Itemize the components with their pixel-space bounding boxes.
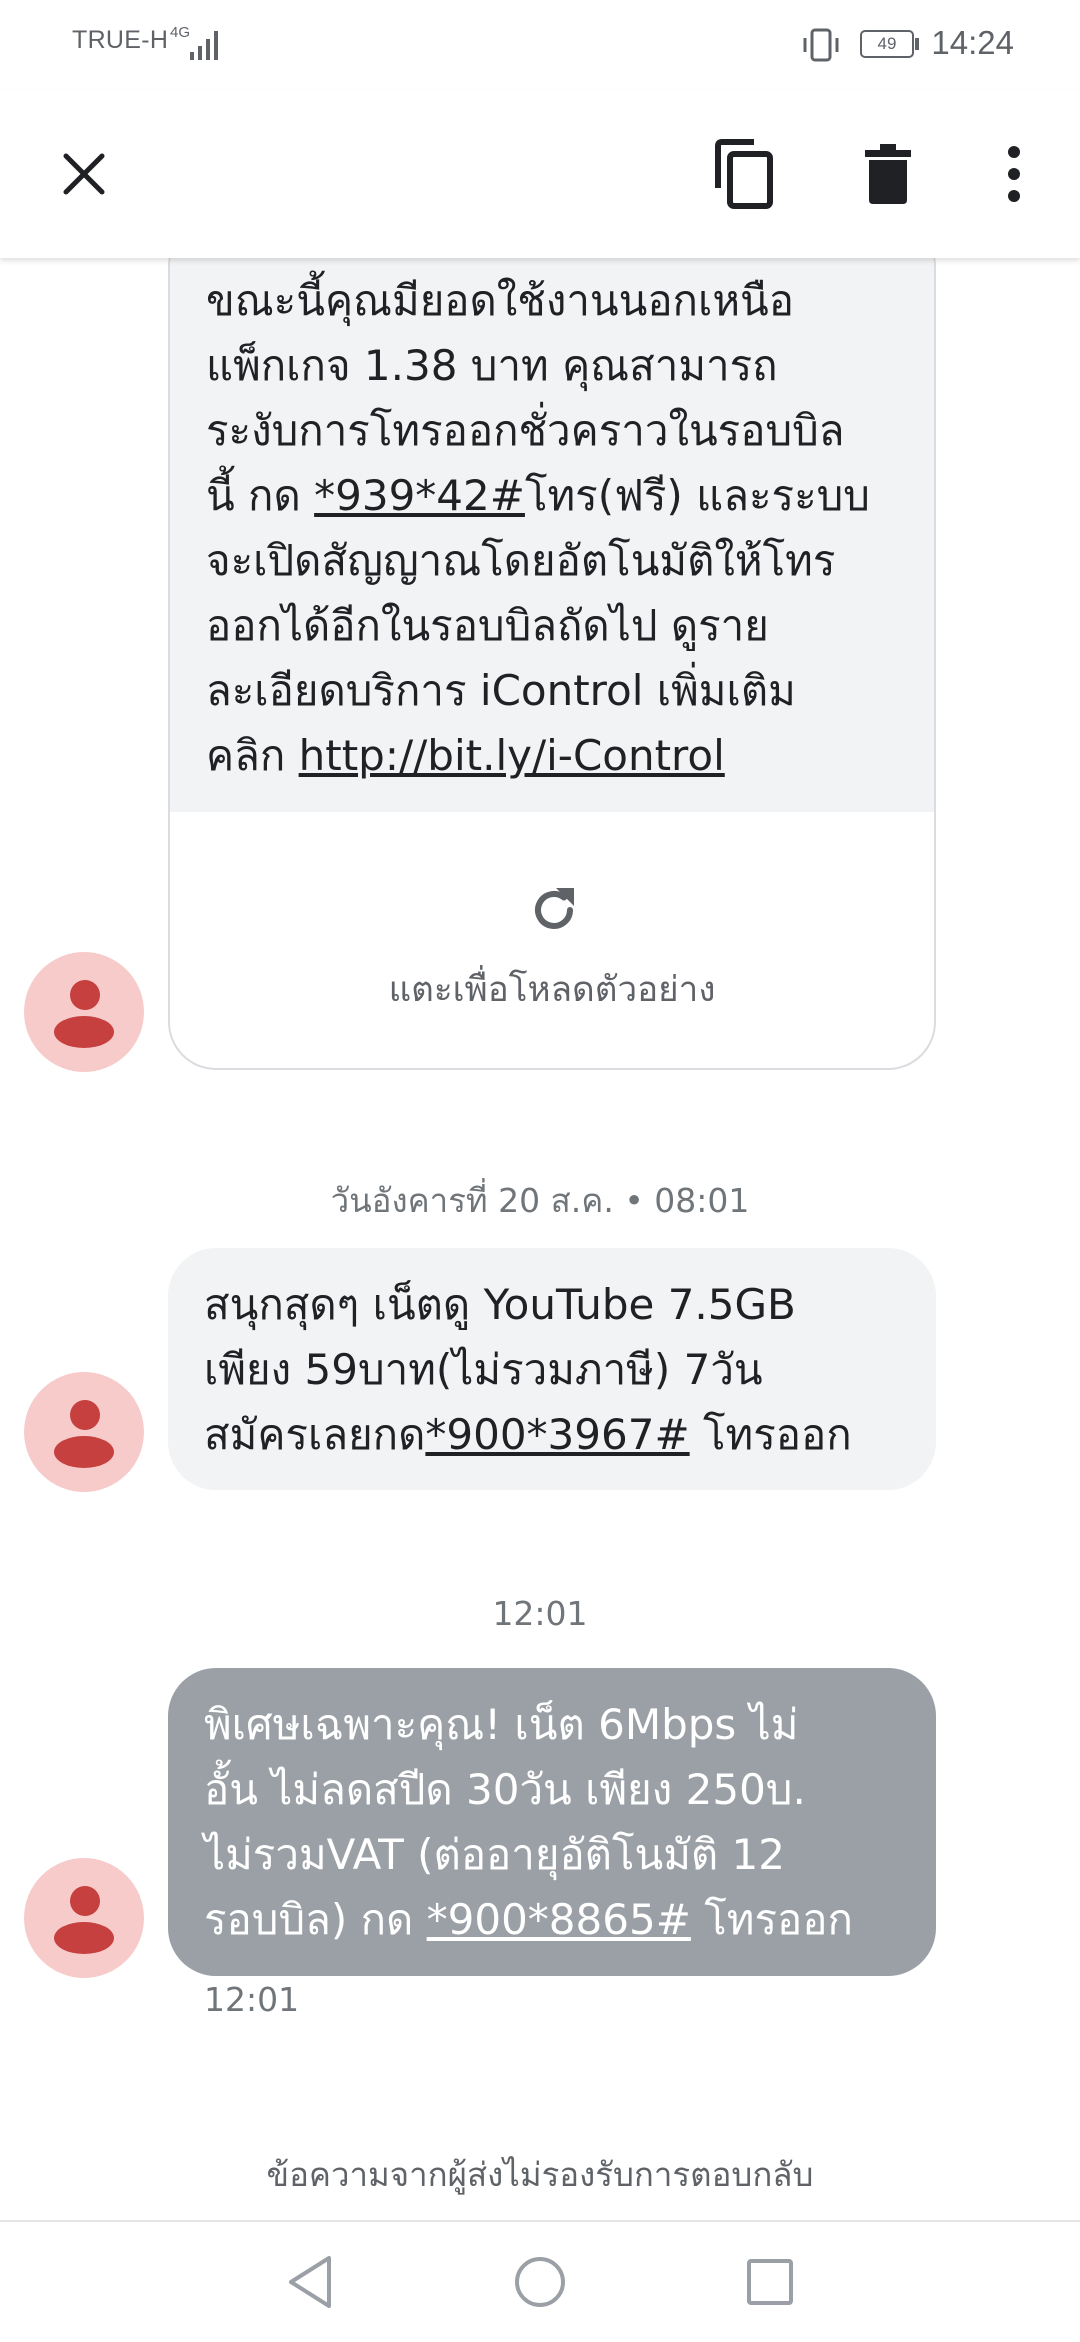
copy-icon	[715, 139, 773, 209]
more-vert-icon	[1008, 146, 1020, 202]
clock: 14:24	[931, 24, 1014, 61]
message-bubble-selected[interactable]: พิเศษเฉพาะคุณ! เน็ต 6Mbps ไม่ อั้น ไม่ลด…	[168, 1668, 936, 1976]
close-icon	[63, 153, 105, 195]
time-timestamp: 12:01	[492, 1594, 588, 1633]
avatar-head	[70, 980, 100, 1010]
vibrate-icon	[803, 28, 839, 62]
network-type-label: 4G	[170, 24, 191, 41]
message-text: ขณะนี้คุณมียอดใช้งานนอกเหนือ แพ็กเกจ 1.3…	[206, 268, 898, 788]
sender-avatar[interactable]	[24, 1372, 144, 1492]
battery-level: 49	[877, 34, 897, 53]
refresh-icon	[535, 888, 574, 929]
back-button[interactable]	[262, 2240, 358, 2324]
avatar-body	[54, 1922, 114, 1954]
sender-avatar[interactable]	[24, 1858, 144, 1978]
battery-tip	[915, 38, 919, 50]
tap-to-load-preview-label: แตะเพื่อโหลดตัวอย่าง	[388, 970, 716, 1010]
ussd-code-link[interactable]: *900*8865#	[427, 1895, 691, 1944]
reply-not-supported-notice: ข้อความจากผู้ส่งไม่รองรับการตอบกลับ	[266, 2155, 814, 2194]
battery-icon: 49	[860, 30, 914, 58]
recents-button[interactable]	[722, 2240, 818, 2324]
navigation-bar	[0, 2220, 1080, 2342]
avatar-head	[70, 1886, 100, 1916]
message-text: สนุกสุดๆ เน็ตดู YouTube 7.5GB เพียง 59บา…	[204, 1272, 900, 1467]
delete-button[interactable]	[840, 126, 936, 222]
message-body: ขณะนี้คุณมียอดใช้งานนอกเหนือ แพ็กเกจ 1.3…	[170, 258, 934, 812]
app-bar	[0, 90, 1080, 258]
ussd-code-link[interactable]: *939*42#	[314, 471, 525, 520]
status-bar: TRUE-H 4G 49 14:24	[0, 0, 1080, 90]
avatar-body	[54, 1436, 114, 1468]
home-button[interactable]	[492, 2240, 588, 2324]
message-text: พิเศษเฉพาะคุณ! เน็ต 6Mbps ไม่ อั้น ไม่ลด…	[204, 1692, 900, 1952]
conversation[interactable]: ขณะนี้คุณมียอดใช้งานนอกเหนือ แพ็กเกจ 1.3…	[0, 258, 1080, 2220]
message-text-part: โทรออก	[689, 1410, 852, 1459]
message-bubble[interactable]: ขณะนี้คุณมียอดใช้งานนอกเหนือ แพ็กเกจ 1.3…	[168, 258, 936, 1070]
link-preview[interactable]: แตะเพื่อโหลดตัวอย่าง	[170, 812, 934, 1068]
back-triangle-icon	[289, 2256, 331, 2308]
message-text-part: โทรออก	[690, 1895, 853, 1944]
ussd-code-link[interactable]: *900*3967#	[425, 1410, 689, 1459]
more-options-button[interactable]	[966, 126, 1062, 222]
home-circle-icon	[515, 2257, 565, 2307]
message-bubble[interactable]: สนุกสุดๆ เน็ตดู YouTube 7.5GB เพียง 59บา…	[168, 1248, 936, 1490]
avatar-body	[54, 1016, 114, 1048]
copy-button[interactable]	[696, 126, 792, 222]
message-time: 12:01	[204, 1980, 300, 2019]
sender-avatar[interactable]	[24, 952, 144, 1072]
url-link[interactable]: http://bit.ly/i-Control	[299, 731, 725, 780]
carrier-label: TRUE-H	[72, 26, 169, 54]
close-button[interactable]	[36, 126, 132, 222]
signal-icon	[190, 31, 218, 60]
date-timestamp: วันอังคารที่ 20 ส.ค. • 08:01	[330, 1181, 750, 1220]
delete-icon	[865, 144, 911, 204]
avatar-head	[70, 1400, 100, 1430]
recents-square-icon	[747, 2259, 793, 2305]
